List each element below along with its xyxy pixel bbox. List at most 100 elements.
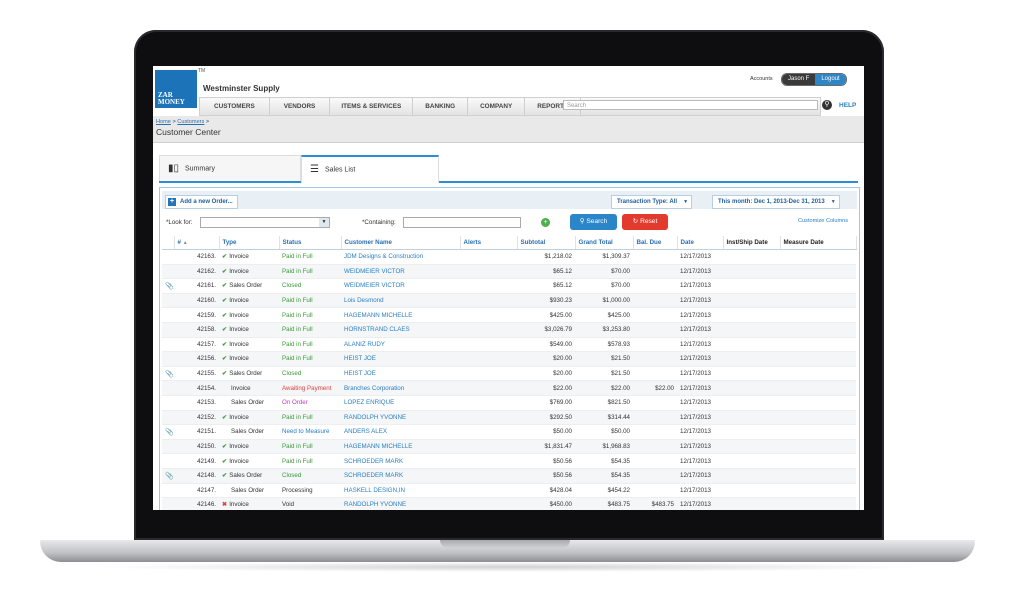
- order-number[interactable]: 42161.: [174, 278, 219, 294]
- order-number[interactable]: 42160.: [174, 293, 219, 309]
- customer-name-link[interactable]: SCHROEDER MARK: [341, 453, 460, 469]
- customer-name-link[interactable]: HEIST JOE: [341, 366, 460, 382]
- zarmoney-logo[interactable]: ZAR MONEY: [155, 70, 197, 108]
- order-number[interactable]: 42154.: [174, 380, 219, 396]
- table-row[interactable]: 42160. ✔ Invoice Paid in Full Lois Desmond $9…: [162, 293, 856, 309]
- customer-name-link[interactable]: ANDERS ALEX: [341, 424, 460, 440]
- user-name-button[interactable]: Jason F: [782, 74, 816, 85]
- table-row[interactable]: 📎 42148. ✔ Sales Order Closed SCHROEDER MARK $…: [162, 468, 856, 484]
- breadcrumb-customers[interactable]: Customers: [177, 119, 204, 125]
- table-row[interactable]: 42163. ✔ Invoice Paid in Full JDM Designs & …: [162, 249, 856, 265]
- table-row[interactable]: 📎 42155. ✔ Sales Order Closed HEIST JOE $20.00…: [162, 366, 856, 382]
- customer-name-link[interactable]: RANDOLPH YVONNE: [341, 410, 460, 426]
- panel-toolbar: + Add a new Order... Transaction Type: Al…: [162, 191, 857, 209]
- order-number[interactable]: 42148.: [174, 468, 219, 484]
- look-for-select[interactable]: ▼: [200, 217, 330, 228]
- table-row[interactable]: 42156. ✔ Invoice Paid in Full HEIST JOE $20.0…: [162, 351, 856, 367]
- customer-name-link[interactable]: HASKELL DESIGN,IN: [341, 483, 460, 499]
- table-row[interactable]: 42149. ✔ Invoice Paid in Full SCHROEDER MARK…: [162, 453, 856, 469]
- table-row[interactable]: 42162. ✔ Invoice Paid in Full WEIDMEIER VICT…: [162, 264, 856, 280]
- paperclip-icon[interactable]: 📎: [165, 371, 174, 378]
- tab-summary[interactable]: ▮▯ Summary: [159, 155, 301, 181]
- col-measure-date[interactable]: Measure Date: [780, 236, 857, 250]
- order-number[interactable]: 42151.: [174, 424, 219, 440]
- type-cell: ✔ Sales Order: [219, 278, 279, 294]
- customer-name-link[interactable]: HAGEMANN MICHELLE: [341, 439, 460, 455]
- table-row[interactable]: 42150. ✔ Invoice Paid in Full HAGEMANN MICHE…: [162, 439, 856, 455]
- nav-vendors[interactable]: VENDORS: [270, 98, 331, 115]
- col-date[interactable]: Date: [677, 236, 724, 250]
- paperclip-icon[interactable]: 📎: [165, 283, 174, 290]
- col-grand-total[interactable]: Grand Total: [575, 236, 634, 250]
- order-number[interactable]: 42152.: [174, 410, 219, 426]
- search-button[interactable]: ⚲ Search: [570, 214, 617, 230]
- table-row[interactable]: 📎 42161. ✔ Sales Order Closed WEIDMEIER VICTO…: [162, 278, 856, 294]
- inst-ship-date-cell: [723, 264, 780, 280]
- transaction-type-dropdown[interactable]: Transaction Type: All ▼: [611, 195, 693, 209]
- table-row[interactable]: 42153. Sales Order On Order LOPEZ ENRIQUE $7…: [162, 395, 856, 411]
- order-number[interactable]: 42163.: [174, 249, 219, 265]
- nav-items-services[interactable]: ITEMS & SERVICES: [330, 98, 414, 115]
- col-status[interactable]: Status: [279, 236, 342, 250]
- customer-name-link[interactable]: Branches Corporation: [341, 380, 460, 396]
- reset-button[interactable]: ↻ Reset: [622, 214, 668, 230]
- table-row[interactable]: 42146. ✖ Invoice Void RANDOLPH YVONNE $450.00…: [162, 497, 856, 510]
- col-bal-due[interactable]: Bal. Due: [633, 236, 678, 250]
- customer-name-link[interactable]: HEIST JOE: [341, 351, 460, 367]
- date-range-dropdown[interactable]: This month: Dec 1, 2013-Dec 31, 2013 ▼: [712, 195, 840, 209]
- global-search-input[interactable]: Search: [563, 100, 818, 110]
- order-number[interactable]: 42153.: [174, 395, 219, 411]
- col-customer-name[interactable]: Customer Name: [341, 236, 461, 250]
- customer-name-link[interactable]: HAGEMANN MICHELLE: [341, 307, 460, 323]
- col-subtotal[interactable]: Subtotal: [517, 236, 576, 250]
- customer-name-link[interactable]: WEIDMEIER VICTOR: [341, 278, 460, 294]
- add-filter-icon[interactable]: +: [541, 218, 550, 227]
- customer-name-link[interactable]: Lois Desmond: [341, 293, 460, 309]
- customer-name-link[interactable]: RANDOLPH YVONNE: [341, 497, 460, 510]
- order-number[interactable]: 42150.: [174, 439, 219, 455]
- customer-name-link[interactable]: HORNSTRAND CLAES: [341, 322, 460, 338]
- table-row[interactable]: 📎 42151. Sales Order Need to Measure ANDERS …: [162, 424, 856, 440]
- table-row[interactable]: 42159. ✔ Invoice Paid in Full HAGEMANN MICHE…: [162, 307, 856, 323]
- nav-banking[interactable]: BANKING: [413, 98, 469, 115]
- subtotal-cell: $50.56: [517, 453, 575, 469]
- order-number[interactable]: 42156.: [174, 351, 219, 367]
- customer-name-link[interactable]: SCHROEDER MARK: [341, 468, 460, 484]
- add-order-button[interactable]: + Add a new Order...: [165, 195, 238, 209]
- order-number[interactable]: 42155.: [174, 366, 219, 382]
- col-number[interactable]: # ▲: [174, 236, 220, 250]
- col-inst-ship-date[interactable]: Inst/Ship Date: [723, 236, 781, 250]
- containing-input[interactable]: [403, 217, 521, 228]
- paperclip-icon[interactable]: 📎: [165, 473, 174, 480]
- customize-columns-link[interactable]: Customize Columns: [798, 218, 848, 224]
- breadcrumb-home[interactable]: Home: [156, 119, 171, 125]
- type-label: Invoice: [229, 311, 249, 319]
- bal-due-cell: [633, 439, 677, 455]
- order-number[interactable]: 42147.: [174, 483, 219, 499]
- table-row[interactable]: 42152. ✔ Invoice Paid in Full RANDOLPH YVONN…: [162, 410, 856, 426]
- col-alerts[interactable]: Alerts: [460, 236, 518, 250]
- nav-company[interactable]: COMPANY: [468, 98, 526, 115]
- customer-name-link[interactable]: ALANIZ RUDY: [341, 337, 460, 353]
- paperclip-icon[interactable]: 📎: [165, 429, 174, 436]
- order-number[interactable]: 42158.: [174, 322, 219, 338]
- order-number[interactable]: 42149.: [174, 453, 219, 469]
- nav-customers[interactable]: CUSTOMERS: [200, 98, 270, 115]
- tab-sales-list[interactable]: ☰ Sales List: [301, 155, 439, 183]
- order-number[interactable]: 42157.: [174, 337, 219, 353]
- customer-name-link[interactable]: WEIDMEIER VICTOR: [341, 264, 460, 280]
- table-row[interactable]: 42158. ✔ Invoice Paid in Full HORNSTRAND CLA…: [162, 322, 856, 338]
- logout-button[interactable]: Logout: [815, 74, 846, 85]
- order-number[interactable]: 42162.: [174, 264, 219, 280]
- order-number[interactable]: 42159.: [174, 307, 219, 323]
- table-row[interactable]: 42154. Invoice Awaiting Payment Branches Co…: [162, 380, 856, 396]
- search-icon[interactable]: ⚲: [822, 100, 832, 110]
- measure-date-cell: [780, 468, 856, 484]
- table-row[interactable]: 42147. Sales Order Processing HASKELL DESIG…: [162, 483, 856, 499]
- customer-name-link[interactable]: JDM Designs & Construction: [341, 249, 460, 265]
- help-link[interactable]: HELP: [839, 102, 856, 109]
- col-type[interactable]: Type: [219, 236, 280, 250]
- order-number[interactable]: 42146.: [174, 497, 219, 510]
- customer-name-link[interactable]: LOPEZ ENRIQUE: [341, 395, 460, 411]
- table-row[interactable]: 42157. ✔ Invoice Paid in Full ALANIZ RUDY $54…: [162, 337, 856, 353]
